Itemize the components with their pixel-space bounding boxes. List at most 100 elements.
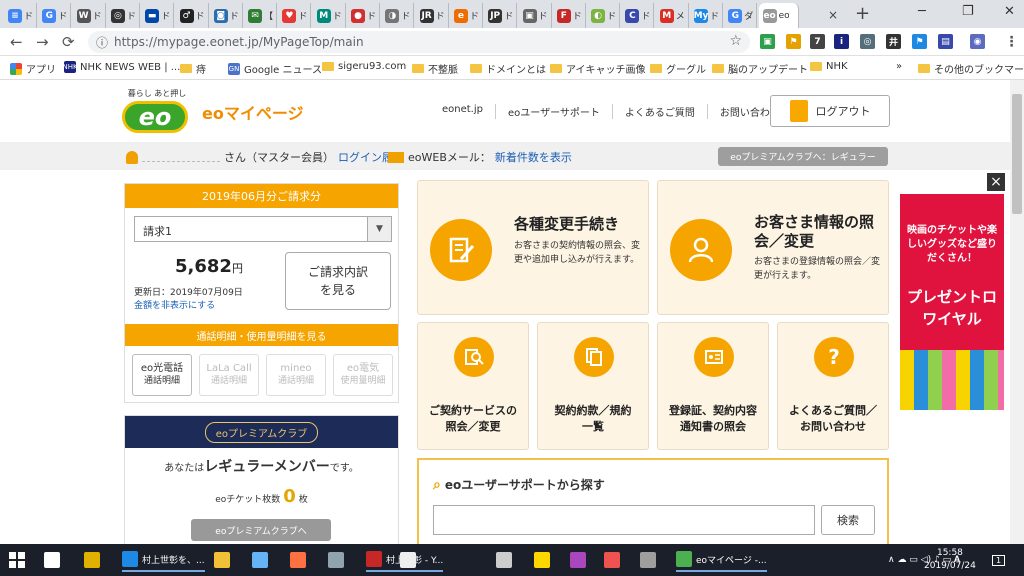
registration-card[interactable]: 登録証、契約内容通知書の照会 [657, 322, 769, 450]
hide-amount-link[interactable]: 金額を非表示にする [134, 298, 215, 311]
browser-tab[interactable]: Mド [313, 3, 346, 28]
nav-eonet[interactable]: eonet.jp [430, 104, 495, 119]
extension-icon[interactable]: ⚑ [786, 34, 801, 49]
bookmark-item[interactable]: NHK NHK NEWS WEB | ... [62, 61, 180, 73]
close-window-button[interactable]: ✕ [1004, 4, 1015, 19]
terms-card[interactable]: 契約約款／規約一覧 [537, 322, 649, 450]
browser-tab[interactable]: My ド [690, 3, 723, 28]
back-button[interactable]: ← [10, 33, 23, 51]
taskbar-pinned-app[interactable] [252, 548, 268, 572]
browser-menu-icon[interactable]: ⋮ [1004, 34, 1019, 50]
extension-icon[interactable]: 井 [886, 34, 901, 49]
bookmark-item[interactable]: 不整脈 [412, 61, 458, 76]
eo-logo[interactable]: 暮らし あと押し eo [122, 88, 192, 134]
taskbar-pinned-app[interactable] [328, 548, 344, 572]
extension-icon[interactable]: ◎ [860, 34, 875, 49]
address-bar[interactable]: ⓘ https://mypage.eonet.jp/MyPageTop/main… [88, 31, 750, 53]
other-bookmarks[interactable]: その他のブックマーク [918, 61, 1024, 76]
browser-tab[interactable]: Fド [553, 3, 586, 28]
folder-icon [650, 64, 662, 73]
clock[interactable]: 15:58 2019/07/24 [924, 547, 976, 573]
search-button[interactable]: 検索 [821, 505, 875, 535]
restore-button[interactable]: ❐ [962, 4, 974, 19]
extension-icon[interactable]: 7 [810, 34, 825, 49]
scrollbar-thumb[interactable] [1012, 94, 1022, 214]
info-icon[interactable]: ⓘ [96, 34, 108, 51]
advertisement-banner[interactable]: 映画のチケットや楽しいグッズなど盛りだくさん！ プレゼントロワイヤル [900, 194, 1004, 410]
extension-icon[interactable]: ◉ [970, 34, 985, 49]
billing-detail-button[interactable]: ご請求内訳を見る [285, 252, 391, 310]
taskbar-pinned-app[interactable] [400, 548, 416, 572]
new-mail-link[interactable]: 新着件数を表示 [495, 149, 572, 165]
taskbar-pinned-app[interactable] [290, 548, 306, 572]
change-procedures-card[interactable]: 各種変更手続き お客さまの契約情報の照会、変更や追加申し込みが行えます。 [417, 180, 649, 315]
browser-tab[interactable]: ♥ ド [278, 3, 312, 28]
start-button[interactable] [8, 548, 26, 572]
bookmark-item[interactable]: グーグル [650, 61, 706, 76]
faq-card[interactable]: ? よくあるご質問／お問い合わせ [777, 322, 889, 450]
bookmark-item[interactable]: ドメインとは [470, 61, 546, 76]
nav-faq[interactable]: よくあるご質問 [611, 104, 707, 119]
extension-icon[interactable]: ▤ [938, 34, 953, 49]
bookmark-item[interactable]: アイキャッチ画像 [550, 61, 646, 76]
extension-icon[interactable]: i [834, 34, 849, 49]
bookmark-item[interactable]: GN Google ニュース [228, 61, 322, 76]
bookmarks-more-button[interactable]: » [896, 61, 902, 72]
new-tab-button[interactable]: + [855, 3, 870, 24]
taskbar-pinned-app[interactable] [604, 548, 620, 572]
taskbar-pinned-app[interactable] [534, 548, 550, 572]
browser-tab[interactable]: Gダ [724, 3, 758, 28]
browser-tab[interactable]: ◙ ド [210, 3, 243, 28]
browser-tab[interactable]: ✉ 【 [244, 3, 278, 28]
browser-tab[interactable]: Gド [38, 3, 72, 28]
browser-tab[interactable]: Wド [73, 3, 106, 28]
browser-tab[interactable]: ▣ ド [519, 3, 552, 28]
premium-club-link[interactable]: eoプレミアムクラブへ：レギュラー [718, 147, 888, 166]
bookmark-item[interactable]: 脳のアップデート [712, 61, 808, 76]
reload-button[interactable]: ⟳ [62, 33, 75, 51]
browser-tab[interactable]: JR ド [416, 3, 449, 28]
taskbar-pinned-app[interactable] [496, 548, 512, 572]
browser-tab[interactable]: Cド [621, 3, 655, 28]
browser-tab[interactable]: ◎ ド [107, 3, 140, 28]
bookmark-item[interactable]: NHK [810, 61, 848, 72]
service-eo-hikari-denwa[interactable]: eo光電話 通話明細 [132, 354, 192, 396]
extension-icon[interactable]: ▣ [760, 34, 775, 49]
taskbar-pinned-app[interactable] [44, 548, 60, 572]
tab-title: ド [401, 12, 411, 22]
browser-tab[interactable]: ≡ ド [4, 3, 37, 28]
browser-tab[interactable]: eド [450, 3, 483, 28]
browser-tab[interactable]: JP ド [484, 3, 518, 28]
browser-tab-active[interactable]: eo eo [758, 3, 799, 28]
support-search-input[interactable] [433, 505, 815, 535]
minimize-button[interactable]: ─ [918, 4, 926, 19]
extension-icon[interactable]: ⚑ [912, 34, 927, 49]
browser-tab[interactable]: ◐ ド [587, 3, 621, 28]
forward-button[interactable]: → [36, 33, 49, 51]
service-inquiry-card[interactable]: ご契約サービスの照会／変更 [417, 322, 529, 450]
browser-tab[interactable]: ▬ ド [141, 3, 175, 28]
customer-info-card[interactable]: お客さま情報の照会／変更 お客さまの登録情報の照会／変更が行えます。 [657, 180, 889, 315]
page-scrollbar[interactable] [1010, 80, 1024, 544]
logout-button[interactable]: ログアウト [770, 95, 890, 127]
taskbar-pinned-app[interactable] [84, 548, 100, 572]
notification-center-button[interactable]: 1 [992, 548, 1006, 572]
ad-close-icon[interactable]: × [987, 173, 1005, 191]
taskbar-pinned-app[interactable] [570, 548, 586, 572]
browser-tab[interactable]: ● ド [347, 3, 380, 28]
premium-club-button[interactable]: eoプレミアムクラブへ [191, 519, 331, 541]
taskbar-window-button[interactable]: eoマイページ -... [676, 548, 767, 572]
taskbar-pinned-app[interactable] [214, 548, 230, 572]
browser-tab[interactable]: ♂ ド [176, 3, 209, 28]
bookmark-item[interactable]: 痔 [180, 61, 206, 76]
browser-tab[interactable]: ◑ ド [381, 3, 415, 28]
close-tab-icon[interactable]: × [828, 8, 838, 22]
nav-user-support[interactable]: eoユーザーサポート [495, 104, 612, 119]
taskbar-pinned-app[interactable] [640, 548, 656, 572]
browser-tab[interactable]: Mメ [656, 3, 689, 28]
taskbar-window-button[interactable]: 村上世彰を、... [122, 548, 205, 572]
bookmark-star-icon[interactable]: ☆ [729, 33, 742, 49]
bookmark-item[interactable]: sigeru93.com [322, 61, 406, 72]
bookmark-item[interactable]: アプリ [10, 61, 56, 76]
billing-select[interactable]: 請求1 ▼ [134, 216, 392, 242]
